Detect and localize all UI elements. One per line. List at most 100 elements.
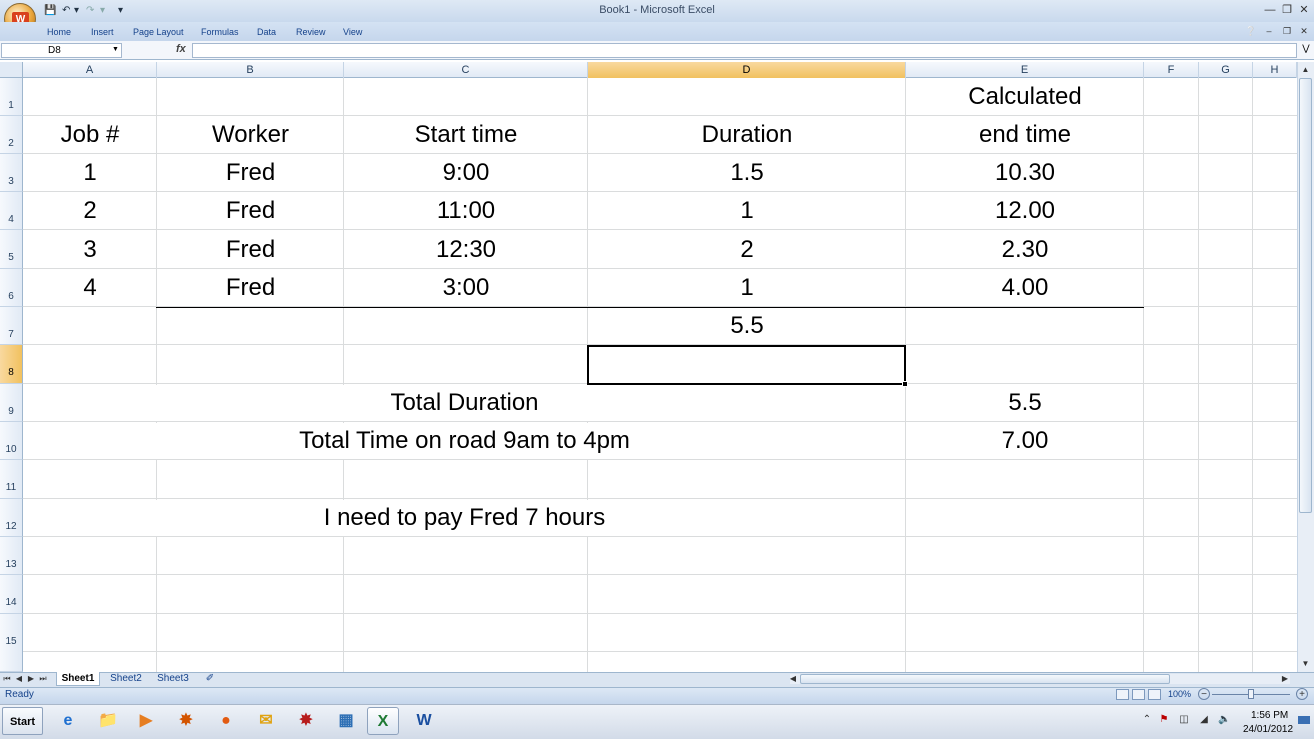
cell-c3[interactable]: 9:00: [344, 159, 588, 187]
expand-formula-bar-icon[interactable]: ⋁: [1300, 43, 1312, 58]
cell-e6[interactable]: 4.00: [906, 274, 1144, 302]
cell-d4[interactable]: 1: [588, 197, 906, 225]
cell-a2[interactable]: Job #: [23, 121, 157, 149]
cell-d3[interactable]: 1.5: [588, 159, 906, 187]
last-sheet-icon[interactable]: ⏭: [38, 673, 48, 685]
row-header-6[interactable]: 6: [0, 269, 23, 307]
scroll-right-icon[interactable]: ▶: [1280, 673, 1290, 685]
cell-e3[interactable]: 10.30: [906, 159, 1144, 187]
first-sheet-icon[interactable]: ⏮: [2, 673, 12, 685]
cell-d2[interactable]: Duration: [588, 121, 906, 149]
device-icon[interactable]: ◫: [1178, 714, 1190, 726]
cell-b4[interactable]: Fred: [157, 197, 344, 225]
cell-a9-total-duration[interactable]: Total Duration: [23, 389, 906, 417]
cell-c2[interactable]: Start time: [344, 121, 588, 149]
formula-input[interactable]: [192, 43, 1297, 58]
workbook-restore-icon[interactable]: ❐: [1281, 25, 1293, 37]
tab-formulas[interactable]: Formulas: [201, 25, 239, 39]
page-break-view-icon[interactable]: [1148, 689, 1161, 700]
scroll-left-icon[interactable]: ◀: [788, 673, 798, 685]
cell-b2[interactable]: Worker: [157, 121, 344, 149]
media-player-icon[interactable]: ▶: [130, 707, 162, 735]
redo-dropdown-icon[interactable]: ▾: [100, 4, 105, 17]
cell-e2[interactable]: end time: [906, 121, 1144, 149]
scroll-down-icon[interactable]: ▼: [1299, 657, 1312, 671]
close-icon[interactable]: ✕: [1296, 2, 1312, 18]
horizontal-scroll-thumb[interactable]: [800, 674, 1170, 684]
column-header-g[interactable]: G: [1199, 62, 1253, 78]
tab-home[interactable]: Home: [47, 25, 71, 39]
word-icon[interactable]: W: [408, 707, 440, 735]
row-header-2[interactable]: 2: [0, 116, 23, 154]
fill-handle[interactable]: [902, 381, 908, 387]
tab-page-layout[interactable]: Page Layout: [133, 25, 184, 39]
row-header-8[interactable]: 8: [0, 345, 23, 384]
row-header-5[interactable]: 5: [0, 230, 23, 269]
sheet-tab-sheet3[interactable]: Sheet3: [151, 672, 195, 686]
cell-c6[interactable]: 3:00: [344, 274, 588, 302]
row-header-10[interactable]: 10: [0, 422, 23, 460]
row-header-14[interactable]: 14: [0, 575, 23, 614]
column-header-b[interactable]: B: [157, 62, 344, 78]
cell-a10-total-time[interactable]: Total Time on road 9am to 4pm: [23, 427, 906, 455]
row-header-1[interactable]: 1: [0, 78, 23, 116]
next-sheet-icon[interactable]: ▶: [26, 673, 36, 685]
acrobat-icon[interactable]: ✸: [290, 707, 322, 735]
clock-date[interactable]: 24/01/2012: [1243, 724, 1293, 735]
sheet-tab-sheet2[interactable]: Sheet2: [104, 672, 148, 686]
workbook-minimize-icon[interactable]: –: [1263, 25, 1275, 37]
undo-dropdown-icon[interactable]: ▾: [74, 4, 79, 17]
workbook-close-icon[interactable]: ✕: [1298, 25, 1310, 37]
restore-icon[interactable]: ❐: [1279, 2, 1295, 18]
cell-b3[interactable]: Fred: [157, 159, 344, 187]
cell-b6[interactable]: Fred: [157, 274, 344, 302]
insert-function-icon[interactable]: fx: [176, 43, 190, 57]
cell-e5[interactable]: 2.30: [906, 236, 1144, 264]
row-header-3[interactable]: 3: [0, 154, 23, 192]
insert-sheet-icon[interactable]: ✐: [199, 672, 221, 686]
cell-d7[interactable]: 5.5: [588, 312, 906, 340]
firefox-icon[interactable]: ●: [210, 707, 242, 735]
row-header-13[interactable]: 13: [0, 537, 23, 575]
outlook-icon[interactable]: ✉: [250, 707, 282, 735]
row-header-7[interactable]: 7: [0, 307, 23, 345]
prev-sheet-icon[interactable]: ◀: [14, 673, 24, 685]
name-box[interactable]: D8: [1, 43, 122, 58]
chevron-down-icon[interactable]: ▼: [112, 46, 120, 54]
signal-icon[interactable]: ◢: [1198, 714, 1210, 726]
cell-a4[interactable]: 2: [23, 197, 157, 225]
cell-a5[interactable]: 3: [23, 236, 157, 264]
row-header-12[interactable]: 12: [0, 499, 23, 537]
action-center-icon[interactable]: ⚑: [1158, 714, 1170, 726]
redo-icon[interactable]: ↷: [86, 4, 94, 17]
row-header-11[interactable]: 11: [0, 460, 23, 499]
clock-time[interactable]: 1:56 PM: [1251, 710, 1288, 721]
sheet-tab-sheet1[interactable]: Sheet1: [56, 672, 100, 686]
row-header-4[interactable]: 4: [0, 192, 23, 230]
help-icon[interactable]: ❔: [1245, 25, 1257, 37]
cell-a6[interactable]: 4: [23, 274, 157, 302]
column-header-h[interactable]: H: [1253, 62, 1297, 78]
internet-explorer-icon[interactable]: e: [52, 707, 84, 735]
show-desktop-button[interactable]: [1298, 716, 1310, 724]
tab-view[interactable]: View: [343, 25, 362, 39]
cell-a12-note[interactable]: I need to pay Fred 7 hours: [23, 504, 906, 532]
cell-c4[interactable]: 11:00: [344, 197, 588, 225]
tab-data[interactable]: Data: [257, 25, 276, 39]
row-header-9[interactable]: 9: [0, 384, 23, 422]
vertical-scroll-thumb[interactable]: [1299, 78, 1312, 513]
cell-b5[interactable]: Fred: [157, 236, 344, 264]
cell-d5[interactable]: 2: [588, 236, 906, 264]
zoom-level[interactable]: 100%: [1168, 689, 1191, 699]
cell-c5[interactable]: 12:30: [344, 236, 588, 264]
volume-muted-icon[interactable]: 🔈: [1218, 714, 1230, 726]
chevron-up-icon[interactable]: ⌃: [1141, 714, 1153, 726]
zoom-in-icon[interactable]: +: [1296, 688, 1308, 700]
column-header-f[interactable]: F: [1144, 62, 1199, 78]
file-explorer-icon[interactable]: 📁: [92, 707, 124, 735]
normal-view-icon[interactable]: [1116, 689, 1129, 700]
zoom-slider-thumb[interactable]: [1248, 689, 1254, 699]
column-header-a[interactable]: A: [23, 62, 157, 78]
network-icon[interactable]: ▦: [330, 707, 362, 735]
cell-e10[interactable]: 7.00: [906, 427, 1144, 455]
